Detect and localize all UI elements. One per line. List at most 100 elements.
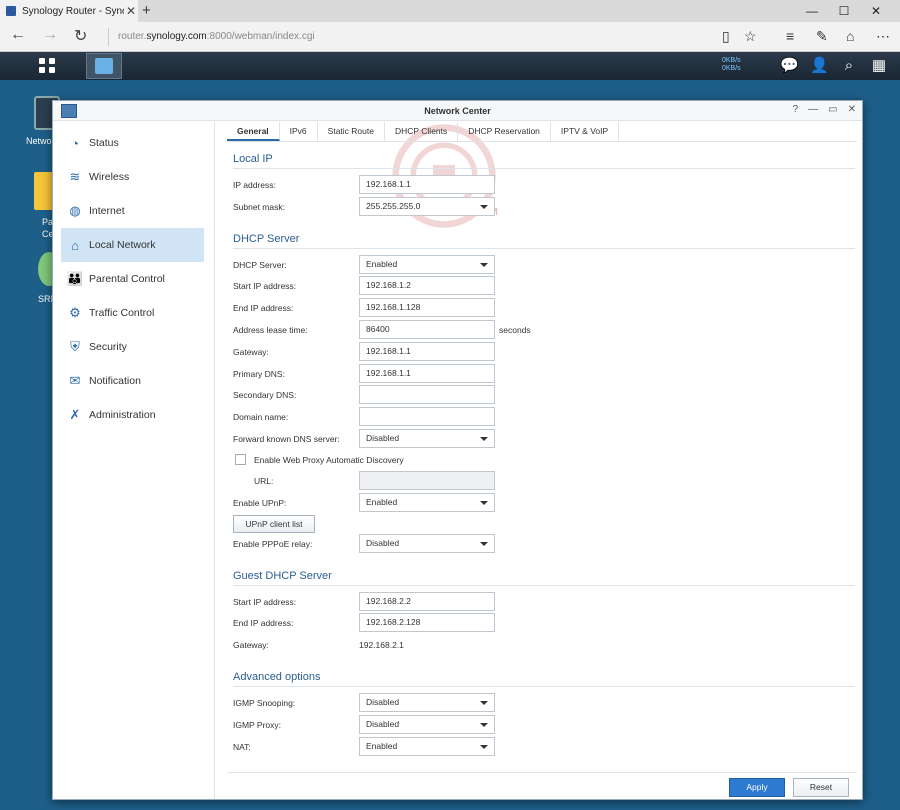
user-icon[interactable]: 👤 [810,57,829,75]
wpad-checkbox[interactable] [235,454,246,465]
pppoe-relay-label: Enable PPPoE relay: [233,539,313,549]
subnet-mask-select[interactable]: 255.255.255.0 [359,197,495,216]
enable-upnp-select[interactable]: Enabled [359,493,495,512]
secondary-dns-label: Secondary DNS: [233,390,297,400]
section-local-ip: Local IP [233,153,273,165]
upnp-client-list-button[interactable]: UPnP client list [233,515,315,533]
sidebar-item-administration[interactable]: ✗ Administration [53,398,214,432]
browser-tab[interactable]: Synology Router - Syno ✕ [0,0,138,22]
web-note-icon[interactable]: ✎ [816,28,828,45]
sidebar-item-security[interactable]: ⛨ Security [53,330,214,364]
back-arrow-icon[interactable]: ← [10,26,26,44]
domain-name-input[interactable] [359,407,495,426]
forward-dns-select[interactable]: Disabled [359,429,495,448]
apply-button[interactable]: Apply [729,778,785,797]
close-tab-icon[interactable]: ✕ [124,4,138,18]
forward-arrow-icon[interactable]: → [42,26,58,44]
chat-icon[interactable]: 💬 [780,57,799,75]
start-ip-label: Start IP address: [233,281,297,291]
reading-view-icon[interactable]: ▯ [722,28,730,45]
igmp-proxy-label: IGMP Proxy: [233,720,282,730]
end-ip-input[interactable]: 192.168.1.128 [359,298,495,317]
section-divider [233,585,855,586]
sidebar-item-wireless[interactable]: ≋ Wireless [53,160,214,194]
home-icon: ⌂ [71,237,79,253]
window-buttons: ? — ▭ ✕ [793,104,856,115]
pppoe-relay-select[interactable]: Disabled [359,534,495,553]
sidebar-item-traffic-control[interactable]: ⚙ Traffic Control [53,296,214,330]
section-guest-dhcp: Guest DHCP Server [233,570,332,582]
guest-start-ip-label: Start IP address: [233,597,297,607]
widgets-icon[interactable]: ▦ [870,57,888,75]
sidebar-item-parental-control[interactable]: 👪 Parental Control [53,262,214,296]
url-field[interactable]: router.synology.com:8000/webman/index.cg… [118,31,315,42]
tab-dhcp-clients[interactable]: DHCP Clients [385,122,459,141]
tab-dhcp-reservation[interactable]: DHCP Reservation [458,122,551,141]
end-ip-label: End IP address: [233,303,294,313]
more-icon[interactable]: ⋯ [876,28,890,45]
url-prefix: router. [118,31,147,42]
close-window-x-icon[interactable]: ✕ [848,104,856,115]
domain-name-label: Domain name: [233,412,289,422]
network-center-icon [95,58,113,74]
section-divider [233,248,855,249]
sidebar-item-label: Administration [89,409,156,421]
hub-icon[interactable]: ≡ [786,28,794,44]
favorite-star-icon[interactable]: ☆ [744,28,757,45]
sidebar-item-status[interactable]: ◔ Status [53,126,214,160]
sidebar-item-local-network[interactable]: ⌂ Local Network [61,228,204,262]
sidebar-item-label: Wireless [89,171,130,183]
network-center-taskbar-button[interactable] [86,53,122,79]
gateway-input[interactable]: 192.168.1.1 [359,342,495,361]
nat-label: NAT: [233,742,251,752]
primary-dns-input[interactable]: 192.168.1.1 [359,364,495,383]
url-label: URL: [254,476,274,486]
tab-ipv6[interactable]: IPv6 [280,122,318,141]
sidebar-item-internet[interactable]: ◍ Internet [53,194,214,228]
dhcp-server-label: DHCP Server: [233,260,287,270]
desktop-icon-label: Netwo [26,136,52,146]
window-title-bar[interactable]: Network Center ? — ▭ ✕ [53,101,862,121]
minimize-icon[interactable]: — [796,1,828,21]
igmp-proxy-select[interactable]: Disabled [359,715,495,734]
sliders-icon: ⚙ [69,305,81,320]
help-icon[interactable]: ? [793,104,799,115]
maximize-window-icon[interactable]: ▭ [828,104,837,115]
dhcp-server-select[interactable]: Enabled [359,255,495,274]
minimize-window-icon[interactable]: — [808,104,818,115]
wpad-label: Enable Web Proxy Automatic Discovery [254,455,404,465]
family-icon: 👪 [66,271,84,286]
tab-general[interactable]: General [227,122,280,141]
guest-end-ip-label: End IP address: [233,618,294,628]
ip-address-label: IP address: [233,180,276,190]
guest-end-ip-input[interactable]: 192.168.2.128 [359,613,495,632]
start-ip-input[interactable]: 192.168.1.2 [359,276,495,295]
refresh-icon[interactable]: ↻ [74,26,87,46]
ip-address-input[interactable]: 192.168.1.1 [359,175,495,194]
guest-gateway-value: 192.168.2.1 [359,640,404,650]
url-input[interactable] [359,471,495,490]
globe-icon: ◍ [69,203,81,218]
section-advanced-options: Advanced options [233,671,321,683]
new-tab-icon[interactable]: + [142,2,151,19]
sidebar-item-label: Notification [89,375,141,387]
tab-iptv-voip[interactable]: IPTV & VoIP [551,122,620,141]
main-menu-icon[interactable] [36,55,58,77]
secondary-dns-input[interactable] [359,385,495,404]
sidebar-item-label: Traffic Control [89,307,155,319]
share-icon[interactable]: ⌂ [846,28,854,44]
close-window-icon[interactable]: ✕ [860,1,892,21]
sidebar-item-notification[interactable]: ✉ Notification [53,364,214,398]
lease-time-input[interactable]: 86400 [359,320,495,339]
igmp-snooping-select[interactable]: Disabled [359,693,495,712]
browser-tab-bar: Synology Router - Syno ✕ + — ☐ ✕ [0,0,900,22]
search-icon[interactable]: ⌕ [840,57,858,75]
sidebar-item-label: Security [89,341,127,353]
tab-static-route[interactable]: Static Route [318,122,385,141]
forward-dns-label: Forward known DNS server: [233,434,340,444]
maximize-icon[interactable]: ☐ [828,1,860,21]
reset-button[interactable]: Reset [793,778,849,797]
subnet-mask-label: Subnet mask: [233,202,285,212]
guest-start-ip-input[interactable]: 192.168.2.2 [359,592,495,611]
nat-select[interactable]: Enabled [359,737,495,756]
